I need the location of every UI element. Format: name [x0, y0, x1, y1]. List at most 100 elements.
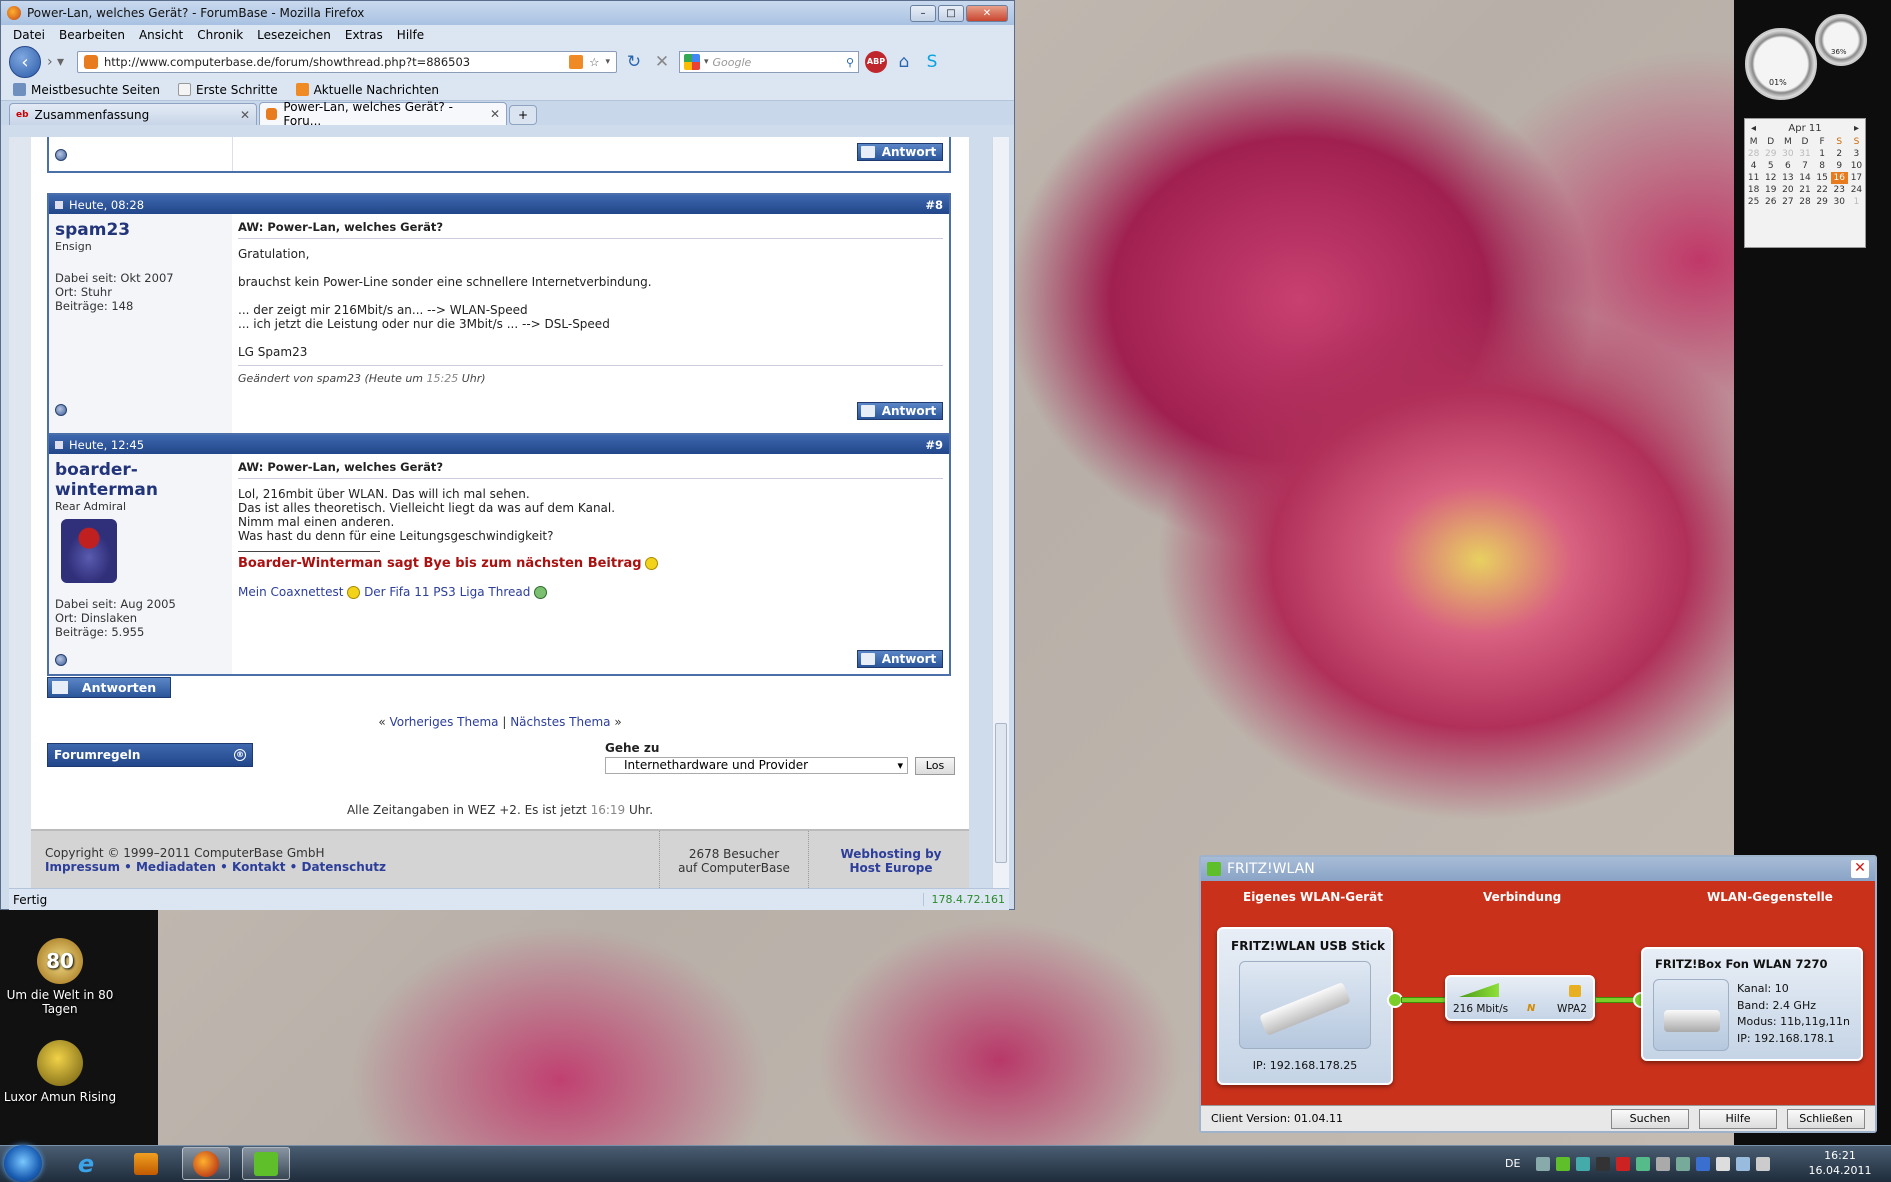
stop-icon[interactable]: ✕ — [651, 51, 673, 73]
footer-link-mediadaten[interactable]: Mediadaten — [136, 860, 216, 874]
back-button[interactable]: ‹ — [9, 46, 41, 78]
calendar-day[interactable]: 22 — [1814, 184, 1831, 196]
calendar-day[interactable]: 8 — [1814, 160, 1831, 172]
bookmark-erste-schritte[interactable]: Erste Schritte — [178, 83, 278, 97]
calendar-day[interactable]: 21 — [1796, 184, 1813, 196]
menu-item-lesezeichen[interactable]: Lesezeichen — [257, 28, 331, 42]
menu-item-bearbeiten[interactable]: Bearbeiten — [59, 28, 125, 42]
maximize-button[interactable]: □ — [938, 4, 964, 22]
skype-icon[interactable]: S — [921, 51, 943, 73]
taskbar-clock[interactable]: 16:21 16.04.2011 — [1792, 1148, 1888, 1178]
tray-app-icon[interactable] — [1656, 1156, 1671, 1171]
calendar-day[interactable]: 28 — [1796, 196, 1813, 208]
tab-zusammenfassung[interactable]: eb Zusammenfassung ✕ — [9, 103, 257, 125]
tray-app-icon[interactable] — [1636, 1156, 1651, 1171]
adblock-plus-icon[interactable]: ABP — [865, 51, 887, 73]
home-icon[interactable]: ⌂ — [893, 51, 915, 73]
desktop-icon-luxor[interactable]: Luxor Amun Rising — [0, 1040, 120, 1104]
reply-button[interactable]: Antwort — [857, 143, 943, 161]
calendar-day[interactable]: 30 — [1831, 196, 1848, 208]
prev-thread-link[interactable]: Vorheriges Thema — [389, 715, 498, 729]
bookmark-meistbesucht[interactable]: Meistbesuchte Seiten — [13, 83, 160, 97]
menu-item-datei[interactable]: Datei — [13, 28, 45, 42]
author-name[interactable]: boarder-winterman — [55, 460, 226, 500]
hilfe-button[interactable]: Hilfe — [1699, 1108, 1777, 1129]
calendar-day[interactable]: 19 — [1762, 184, 1779, 196]
search-icon[interactable]: ⚲ — [846, 56, 854, 69]
tab-power-lan[interactable]: Power-Lan, welches Gerät? - Foru... ✕ — [259, 100, 507, 128]
reload-icon[interactable]: ↻ — [623, 51, 645, 73]
tray-bluetooth-icon[interactable] — [1696, 1156, 1711, 1171]
tray-app-icon[interactable] — [1676, 1156, 1691, 1171]
calendar-day[interactable]: 15 — [1814, 172, 1831, 184]
chevron-down-icon[interactable]: ▾ — [704, 57, 709, 67]
calendar-day[interactable]: 9 — [1831, 160, 1848, 172]
chevron-down-icon[interactable]: ▾ — [605, 57, 610, 67]
calendar-day[interactable]: 1 — [1814, 148, 1831, 160]
calendar-day[interactable]: 4 — [1745, 160, 1762, 172]
close-button[interactable]: ✕ — [1851, 860, 1869, 878]
close-tab-icon[interactable]: ✕ — [240, 108, 250, 122]
taskbar-firefox-icon[interactable] — [182, 1147, 230, 1180]
tray-app-icon[interactable] — [1576, 1156, 1591, 1171]
suchen-button[interactable]: Suchen — [1611, 1108, 1689, 1129]
tray-steam-icon[interactable] — [1596, 1156, 1611, 1171]
calendar-day[interactable]: 5 — [1762, 160, 1779, 172]
reply-button[interactable]: Antwort — [857, 650, 943, 668]
fritz-title-bar[interactable]: FRITZ!WLAN ✕ — [1201, 857, 1875, 881]
tray-app-icon[interactable] — [1556, 1156, 1571, 1171]
schliessen-button[interactable]: Schließen — [1787, 1108, 1865, 1129]
calendar-day[interactable]: 23 — [1831, 184, 1848, 196]
footer-link-impressum[interactable]: Impressum — [45, 860, 120, 874]
tray-antivirus-icon[interactable] — [1616, 1156, 1631, 1171]
calendar-day[interactable]: 7 — [1796, 160, 1813, 172]
hosting-link[interactable]: Webhosting by Host Europe — [821, 847, 961, 875]
post-number[interactable]: #9 — [925, 438, 943, 452]
calendar-day[interactable]: 29 — [1814, 196, 1831, 208]
calendar-day[interactable]: 1 — [1848, 196, 1865, 208]
close-button[interactable]: ✕ — [966, 4, 1008, 22]
calendar-day[interactable]: 6 — [1779, 160, 1796, 172]
forumregeln-box[interactable]: Forumregeln ® — [47, 743, 253, 767]
collapse-icon[interactable]: ® — [234, 749, 246, 761]
calendar-gadget[interactable]: ◂ Apr 11 ▸ M D M D F S S 28 29 30 31 1 2 3 4 5 6 7… — [1744, 118, 1866, 248]
search-input[interactable]: ▾ Google ⚲ — [679, 51, 859, 73]
tray-app-icon[interactable] — [1536, 1156, 1551, 1171]
calendar-day[interactable]: 28 — [1745, 148, 1762, 160]
calendar-day[interactable]: 11 — [1745, 172, 1762, 184]
star-icon[interactable]: ☆ — [589, 55, 599, 69]
bookmark-aktuelle-nachrichten[interactable]: Aktuelle Nachrichten — [295, 83, 439, 97]
calendar-day[interactable]: 29 — [1762, 148, 1779, 160]
antworten-button[interactable]: Antworten — [47, 677, 171, 698]
title-bar[interactable]: Power-Lan, welches Gerät? - ForumBase - … — [1, 1, 1014, 25]
link-coaxnettest[interactable]: Mein Coaxnettest — [238, 585, 343, 599]
calendar-day[interactable]: 2 — [1831, 148, 1848, 160]
calendar-day[interactable]: 14 — [1796, 172, 1813, 184]
cpu-meter-gadget[interactable]: 01% 36% — [1745, 14, 1870, 104]
rss-icon[interactable] — [569, 55, 584, 69]
calendar-day[interactable]: 10 — [1848, 160, 1865, 172]
taskbar-ie-icon[interactable]: e — [62, 1147, 110, 1180]
calendar-day[interactable]: 16 — [1830, 172, 1848, 184]
tray-network-icon[interactable] — [1736, 1156, 1751, 1171]
calendar-day[interactable]: 24 — [1848, 184, 1865, 196]
taskbar-fritz-icon[interactable] — [242, 1147, 290, 1180]
new-tab-button[interactable]: + — [509, 105, 537, 125]
footer-link-kontakt[interactable]: Kontakt — [232, 860, 285, 874]
chevron-left-icon[interactable]: ◂ — [1751, 123, 1756, 134]
calendar-day[interactable]: 20 — [1779, 184, 1796, 196]
desktop-icon-um-die-welt[interactable]: 80 Um die Welt in 80 Tagen — [0, 938, 120, 1016]
chevron-right-icon[interactable]: ▸ — [1854, 123, 1859, 134]
calendar-day[interactable]: 17 — [1848, 172, 1865, 184]
menu-item-hilfe[interactable]: Hilfe — [397, 28, 424, 42]
footer-link-datenschutz[interactable]: Datenschutz — [301, 860, 386, 874]
calendar-day[interactable]: 18 — [1745, 184, 1762, 196]
taskbar-media-player-icon[interactable] — [122, 1147, 170, 1180]
forward-button[interactable]: › ▾ — [47, 54, 71, 70]
calendar-day[interactable]: 31 — [1796, 148, 1813, 160]
tray-volume-icon[interactable] — [1756, 1156, 1771, 1171]
calendar-day[interactable]: 13 — [1779, 172, 1796, 184]
los-button[interactable]: Los — [915, 757, 955, 775]
calendar-day[interactable]: 30 — [1779, 148, 1796, 160]
reply-button[interactable]: Antwort — [857, 402, 943, 420]
